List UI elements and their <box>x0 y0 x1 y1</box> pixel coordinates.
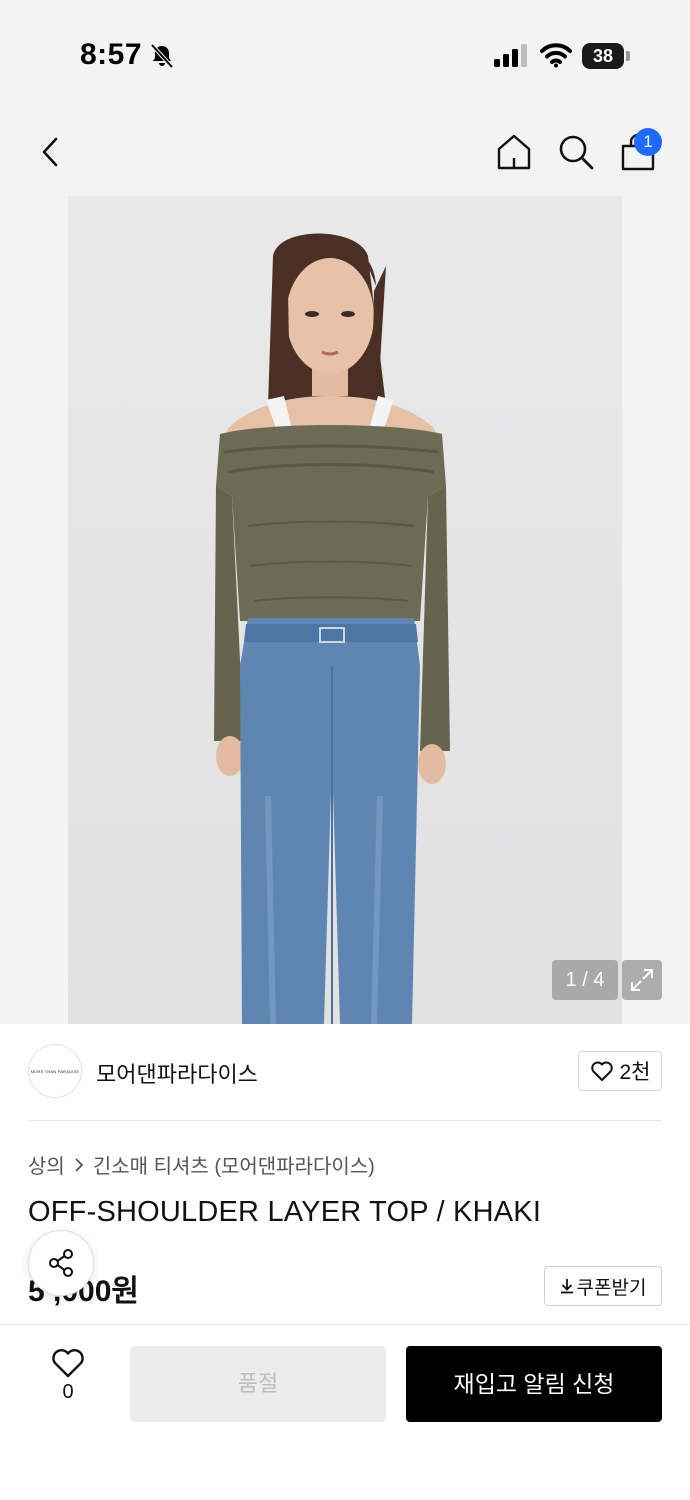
status-time: 8:57 <box>80 38 143 71</box>
share-icon <box>49 1249 73 1277</box>
product-title: OFF-SHOULDER LAYER TOP / KHAKI <box>28 1196 542 1228</box>
battery-icon: 38 <box>582 43 630 69</box>
battery-level: 38 <box>582 43 624 69</box>
image-counter: 1 / 4 <box>552 960 618 1000</box>
brand-name[interactable]: 모어댄파라다이스 <box>96 1057 258 1089</box>
share-button[interactable] <box>28 1230 94 1296</box>
model-photo <box>214 233 450 1024</box>
wifi-icon <box>540 43 572 68</box>
brand-like-count: 2천 <box>619 1061 651 1084</box>
heart-icon <box>52 1349 84 1378</box>
breadcrumb-subcategory[interactable]: 긴소매 티셔츠 (모어댄파라다이스) <box>93 1150 375 1179</box>
wishlist-button[interactable]: 0 <box>44 1347 92 1415</box>
expand-icon <box>631 969 653 991</box>
bell-off-icon <box>150 43 174 69</box>
soldout-button: 품절 <box>130 1346 386 1422</box>
brand-logo-text: MORE THAN PARADISE <box>30 1068 80 1074</box>
search-icon <box>559 135 594 170</box>
brand-like-button[interactable]: 2천 <box>578 1051 662 1091</box>
divider <box>28 1120 662 1121</box>
back-button[interactable] <box>28 130 72 174</box>
breadcrumb: 상의 긴소매 티셔츠 (모어댄파라다이스) <box>28 1150 375 1179</box>
bottom-action-bar: 0 품절 재입고 알림 신청 <box>0 1324 690 1500</box>
expand-image-button[interactable] <box>622 960 662 1000</box>
coupon-button[interactable]: 쿠폰받기 <box>544 1266 662 1306</box>
back-icon <box>42 137 58 167</box>
chevron-right-icon <box>75 1157 84 1172</box>
home-button[interactable] <box>492 130 536 174</box>
signal-icon <box>494 44 527 67</box>
search-button[interactable] <box>554 130 598 174</box>
nav-bar <box>0 120 690 190</box>
battery-tip <box>626 51 630 61</box>
cart-count-badge: 1 <box>634 128 662 156</box>
download-icon <box>560 1279 573 1294</box>
product-image[interactable] <box>68 196 622 1024</box>
home-icon <box>497 134 531 170</box>
restock-alert-button[interactable]: 재입고 알림 신청 <box>406 1346 662 1422</box>
brand-logo[interactable]: MORE THAN PARADISE <box>28 1044 82 1098</box>
coupon-label: 쿠폰받기 <box>576 1277 647 1299</box>
breadcrumb-category[interactable]: 상의 <box>28 1150 65 1179</box>
heart-icon <box>590 1061 613 1081</box>
status-bar: 8:57 38 <box>0 0 690 110</box>
wishlist-count: 0 <box>62 1381 74 1403</box>
brand-row: MORE THAN PARADISE 모어댄파라다이스 2천 <box>28 1044 662 1100</box>
